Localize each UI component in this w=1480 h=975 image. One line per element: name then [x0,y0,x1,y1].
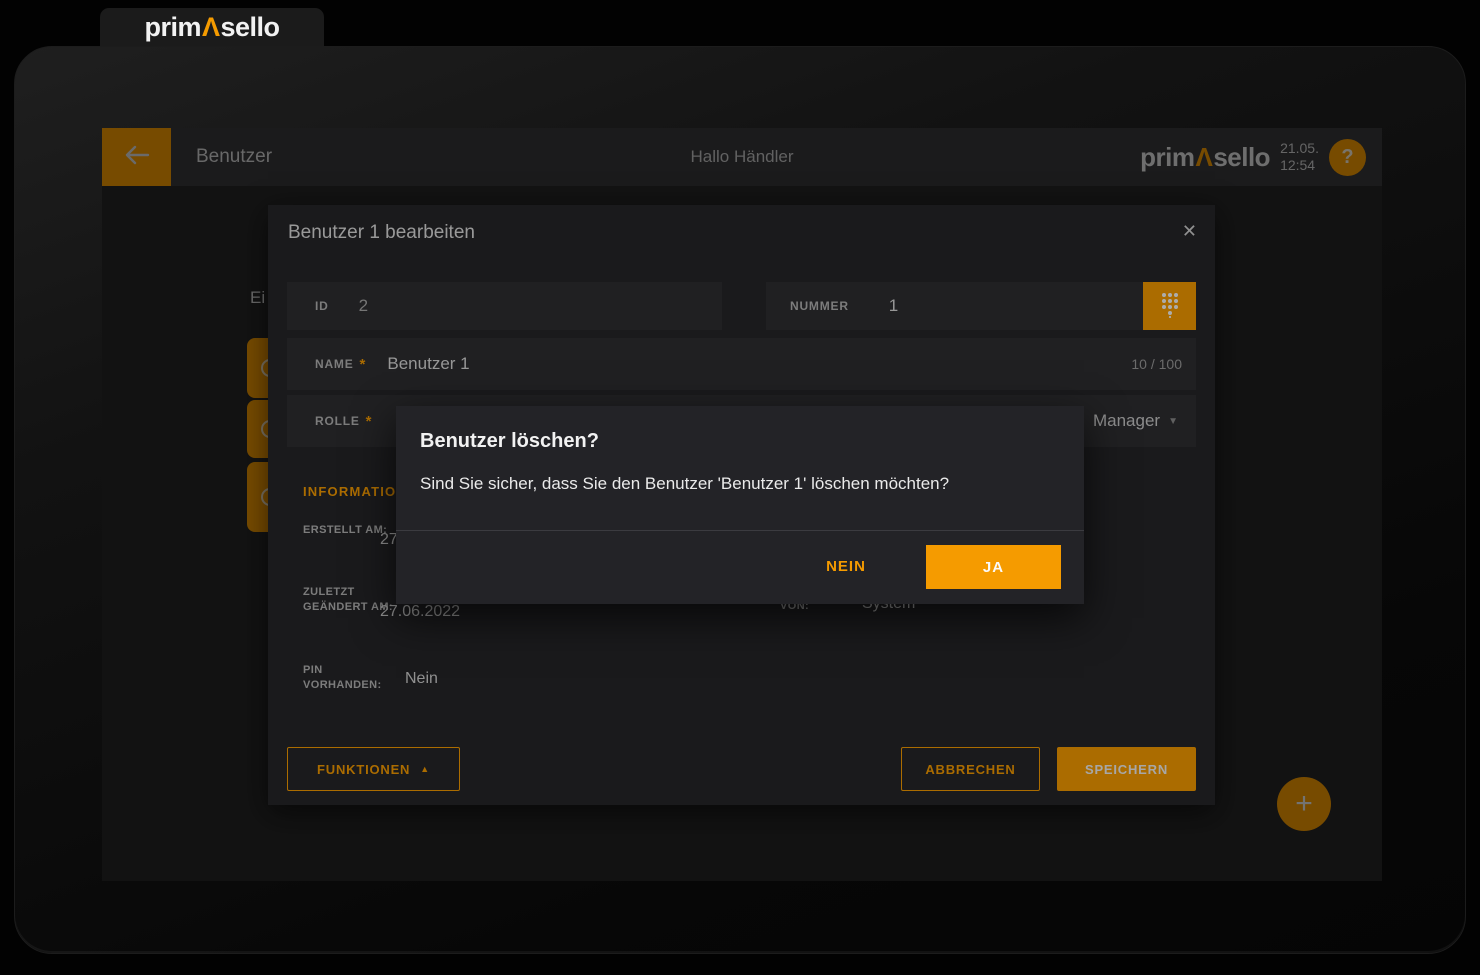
ja-button[interactable]: JA [926,545,1061,589]
browser-tab[interactable]: primΛsello [100,8,324,46]
logo-lambda-icon: Λ [201,12,221,42]
divider [396,530,1084,531]
delete-confirm-dialog: Benutzer löschen? Sind Sie sicher, dass … [396,406,1084,604]
nein-button[interactable]: NEIN [796,545,896,589]
confirm-title: Benutzer löschen? [420,430,599,453]
confirm-message: Sind Sie sicher, dass Sie den Benutzer '… [420,474,949,494]
primasello-logo: primΛsello [144,12,279,43]
desktop-background: primΛsello Benutzer Hallo Händler primΛs… [0,0,1480,975]
app-screen: Benutzer Hallo Händler primΛsello 21.05.… [102,128,1382,881]
